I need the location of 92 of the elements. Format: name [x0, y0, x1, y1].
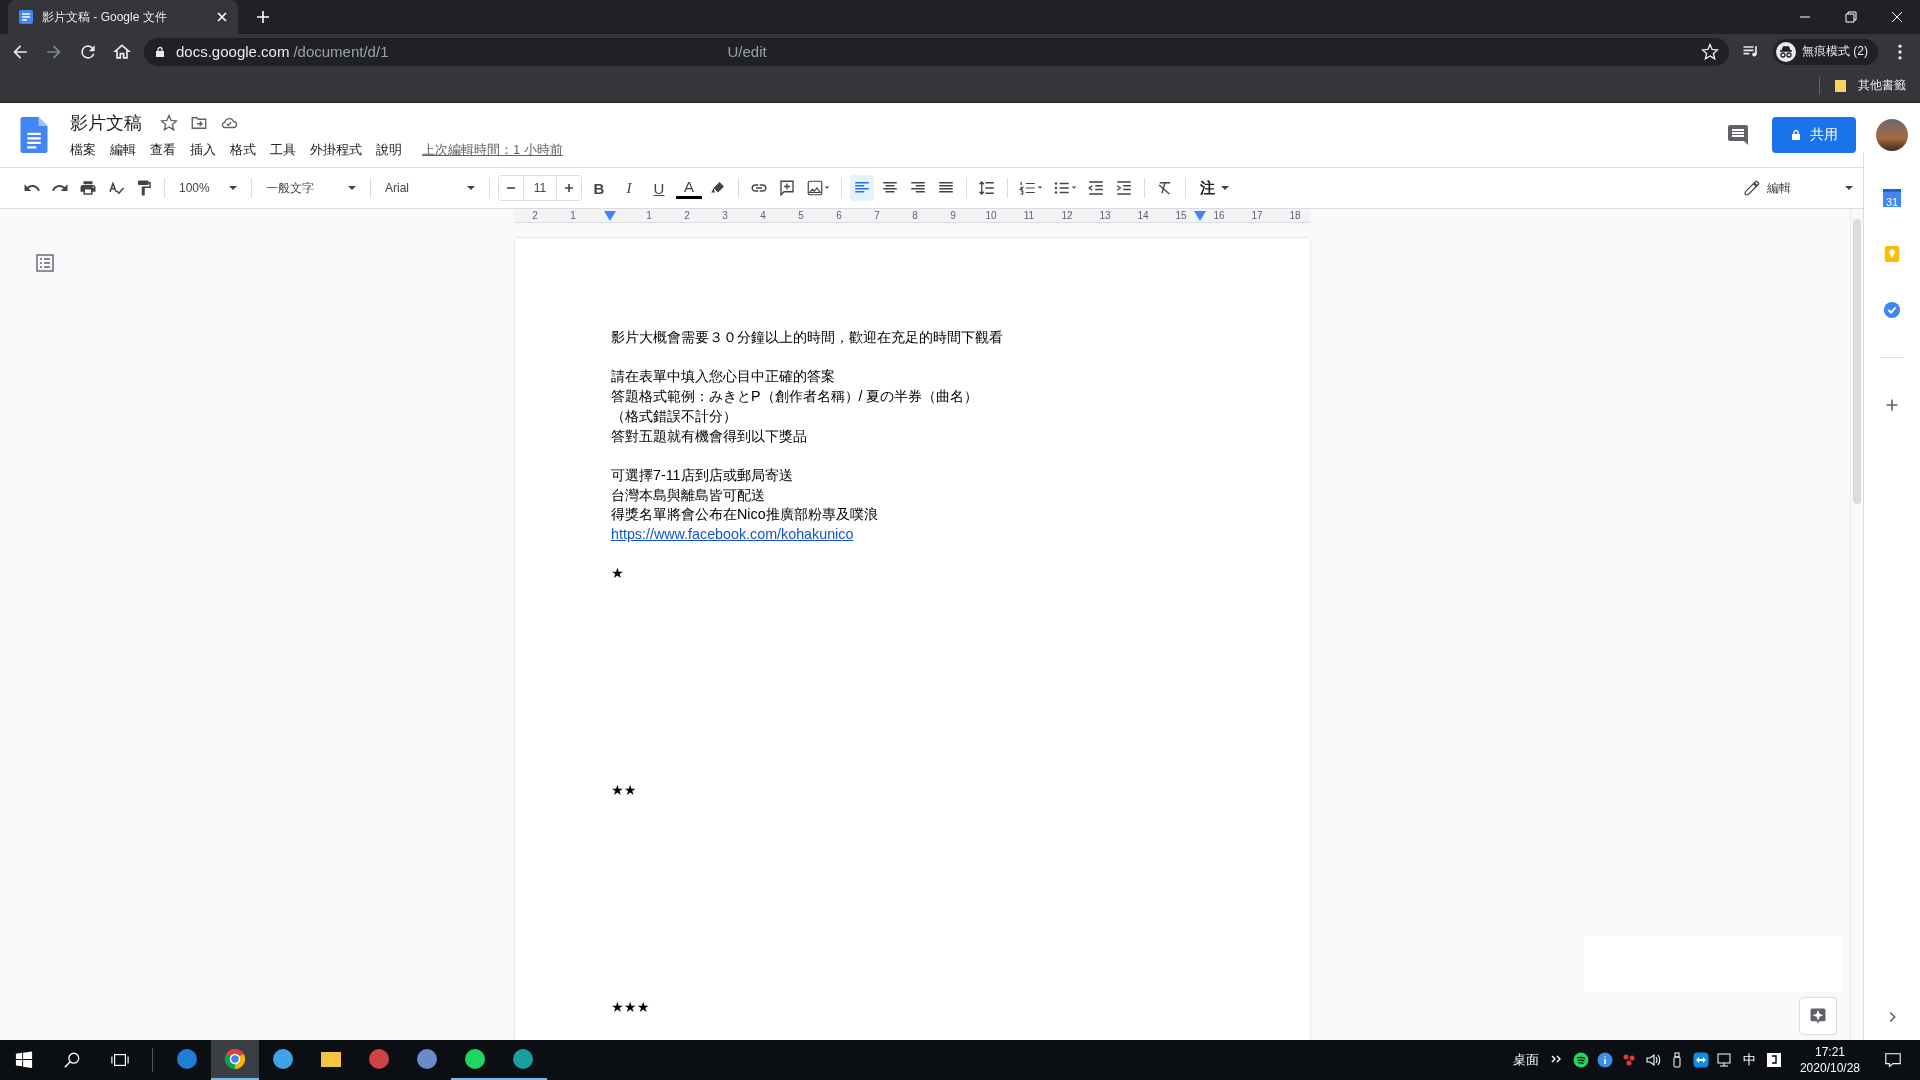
star-heading: ★★★ [611, 997, 651, 1017]
clock-time: 17:21 [1814, 1044, 1845, 1060]
ruler-number: 4 [759, 209, 767, 222]
menu-item[interactable]: 格式 [230, 141, 256, 159]
ruler-number: 7 [873, 209, 881, 222]
font-dropdown[interactable]: Arial [379, 175, 481, 201]
star-icon[interactable] [160, 114, 178, 132]
ruler-number: 13 [1098, 209, 1112, 222]
document-text: 影片大概會需要３０分鐘以上的時間，歡迎在充足的時間下觀看 [611, 328, 1004, 347]
share-button[interactable]: 共用 [1772, 117, 1856, 153]
clock-date: 2020/10/28 [1799, 1060, 1860, 1076]
ruler-number: 8 [911, 209, 919, 222]
lock-icon [1790, 129, 1802, 141]
desktop-toolbar-label[interactable]: 桌面 [1506, 1051, 1545, 1069]
new-tab-icon[interactable] [256, 10, 270, 24]
tab-title: 影片文稿 - Google 文件 [42, 8, 167, 26]
last-edit-link[interactable]: 上次編輯時間：1 小時前 [422, 141, 563, 159]
font-size-field[interactable]: 11 [498, 175, 582, 201]
document-icon [18, 9, 34, 25]
document-page[interactable]: 影片大概會需要３０分鐘以上的時間，歡迎在充足的時間下觀看 請在表單中填入您心目中正確的答案 答題格式範例：みきとP（創作者名稱）/ 夏の半券（曲名） （格式錯誤不計分） 答對五題就有機會得到以下獎品 可選擇7-11店到店或郵局寄送 台灣本島與離島皆可配送 得獎名單將會公布在Nico推廣部粉專及噗浪 https://www.facebook.com/kohakunico ★ ★★ ★★★ [515, 238, 1310, 1040]
document-text: 答題格式範例：みきとP（創作者名稱）/ 夏の半券（曲名） [611, 387, 980, 407]
outline-icon[interactable] [35, 253, 55, 273]
input-tools-dropdown[interactable]: 注 [1194, 175, 1235, 201]
format-button[interactable]: I [616, 175, 642, 201]
ruler-number: 5 [797, 209, 805, 222]
star-heading: ★ [611, 564, 625, 584]
url-path: U/edit [727, 43, 767, 60]
ruler-number: 1 [645, 209, 653, 222]
document-text: 台灣本島與離島皆可配送 [611, 485, 766, 505]
lock-icon [154, 45, 166, 58]
document-title[interactable]: 影片文稿 [70, 111, 142, 135]
incognito-icon [1776, 41, 1796, 62]
bookmark-star-icon[interactable] [1701, 42, 1719, 61]
ruler-number: 2 [683, 209, 691, 222]
document-logo-icon[interactable] [20, 117, 48, 153]
scrollbar[interactable] [1850, 209, 1863, 1040]
document-text: 可選擇7-11店到店或郵局寄送 [611, 465, 794, 485]
ruler-number: 1 [569, 209, 577, 222]
chrome-icon[interactable] [211, 1040, 259, 1080]
ruler-number: 2 [531, 209, 539, 222]
menu-item[interactable]: 插入 [190, 141, 216, 159]
input-method-indicator[interactable]: 中 [1736, 1051, 1762, 1069]
clock[interactable]: 17:21 2020/10/28 [1785, 1044, 1870, 1076]
ruler-number: 12 [1060, 209, 1074, 222]
browser-tab[interactable]: 影片文稿 - Google 文件 [8, 0, 238, 34]
ruler-number: 15 [1174, 209, 1188, 222]
document-text: 得獎名單將會公布在Nico推廣部粉專及噗浪 [611, 505, 879, 525]
sparkle-icon [1809, 1007, 1827, 1025]
address-bar[interactable]: docs.google.com /document/d/1 U/edit [144, 37, 1729, 66]
text-color-button[interactable]: A [676, 177, 702, 199]
editing-mode-dropdown[interactable]: 編輯 [1737, 175, 1859, 201]
incognito-profile-button[interactable]: 無痕模式 (2) [1773, 38, 1878, 65]
ruler-number: 16 [1212, 209, 1226, 222]
ruler-number: 9 [949, 209, 957, 222]
document-text: 請在表單中填入您心目中正確的答案 [611, 367, 836, 387]
ruler-number: 10 [984, 209, 998, 222]
menu-item[interactable]: 說明 [376, 141, 402, 159]
style-dropdown[interactable]: 一般文字 [260, 175, 362, 201]
right-indent-marker-icon[interactable] [1194, 211, 1206, 221]
align-left-icon[interactable] [850, 175, 874, 201]
menu-item[interactable]: 外掛程式 [310, 141, 362, 159]
document-link[interactable]: https://www.facebook.com/kohakunico [611, 525, 854, 545]
check-circle-icon[interactable] [1883, 301, 1901, 319]
menu-item[interactable]: 查看 [150, 141, 176, 159]
left-indent-marker-icon[interactable] [604, 211, 616, 221]
folder-icon [1834, 78, 1848, 93]
menu-item[interactable]: 工具 [270, 141, 296, 159]
url-path: /document/d/1 [293, 43, 389, 60]
format-button[interactable]: U [646, 175, 672, 201]
calendar-icon[interactable]: 31 [1883, 189, 1901, 207]
close-icon[interactable] [216, 11, 228, 23]
url-host: docs.google.com [176, 43, 290, 60]
ruler[interactable]: 2 1 1 2 3 4 5 6 7 8 9 10 11 12 13 14 15 16 17 18 [515, 209, 1310, 223]
menu-item[interactable]: 檔案 [70, 141, 96, 159]
format-button[interactable]: B [586, 175, 612, 201]
ruler-number: 14 [1136, 209, 1150, 222]
bookmark-folder[interactable]: 其他書籤 [1819, 77, 1906, 94]
comment-icon[interactable] [1726, 123, 1750, 147]
document-text: （格式錯誤不計分） [611, 406, 738, 426]
ruler-number: 17 [1250, 209, 1264, 222]
ruler-number: 18 [1288, 209, 1302, 222]
move-to-folder-icon[interactable] [190, 114, 208, 132]
ruler-number: 3 [721, 209, 729, 222]
menu-item[interactable]: 編輯 [110, 141, 136, 159]
explore-button[interactable] [1799, 997, 1837, 1035]
star-heading: ★★ [611, 781, 638, 801]
zoom-dropdown[interactable]: 100% [173, 175, 243, 201]
ruler-number: 11 [1022, 209, 1036, 222]
avatar[interactable] [1876, 119, 1908, 151]
pencil-icon [1743, 179, 1761, 197]
document-text: 答對五題就有機會得到以下獎品 [611, 426, 808, 446]
ruler-number: 6 [835, 209, 843, 222]
